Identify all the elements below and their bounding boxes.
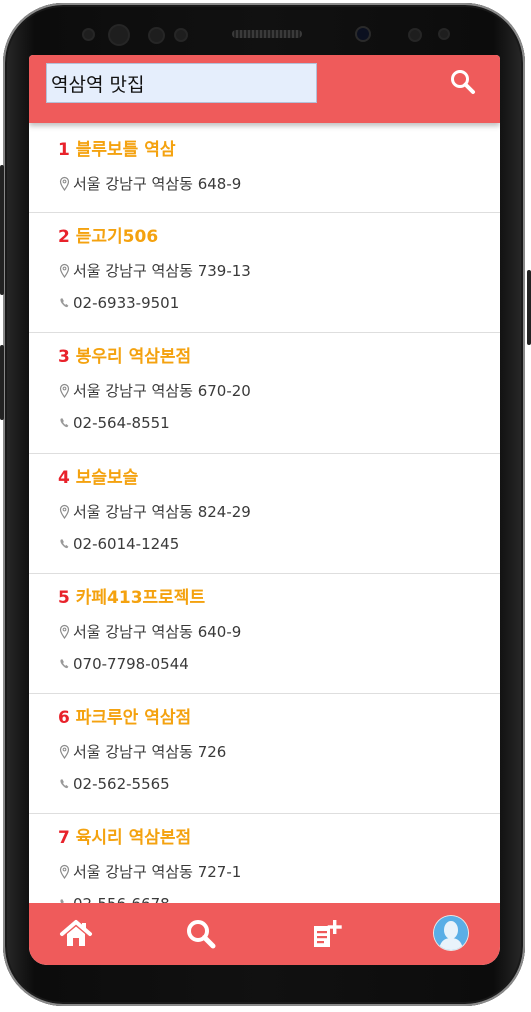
nav-post[interactable] bbox=[309, 917, 343, 951]
side-button bbox=[0, 345, 4, 420]
search-header bbox=[29, 55, 500, 123]
side-button bbox=[0, 165, 4, 295]
item-title: 6 파크루안 역삼점 bbox=[58, 708, 192, 728]
list-item[interactable]: 5 카페413프로젝트 서울 강남구 역삼동 640-9 070-7798-05… bbox=[29, 574, 500, 694]
location-pin-icon bbox=[59, 864, 70, 880]
item-phone[interactable]: 02-6014-1245 bbox=[58, 528, 500, 560]
list-item[interactable]: 3 봉우리 역삼본점 서울 강남구 역삼동 670-20 02-564-8551 bbox=[29, 333, 500, 454]
sensor-dot bbox=[110, 26, 128, 44]
item-address: 서울 강남구 역삼동 739-13 bbox=[58, 255, 500, 287]
phone-icon bbox=[60, 418, 69, 428]
front-camera bbox=[357, 28, 369, 40]
search-input[interactable] bbox=[46, 63, 317, 103]
item-phone[interactable]: 02-564-8551 bbox=[58, 407, 500, 439]
item-address: 서울 강남구 역삼동 726 bbox=[58, 736, 500, 768]
list-item[interactable]: 4 보슬보슬 서울 강남구 역삼동 824-29 02-6014-1245 bbox=[29, 454, 500, 574]
search-icon bbox=[187, 920, 216, 949]
sensor-dot bbox=[84, 30, 93, 39]
user-silhouette-icon bbox=[434, 916, 468, 950]
search-button[interactable] bbox=[448, 67, 478, 97]
list-item[interactable]: 2 듣고기506 서울 강남구 역삼동 739-13 02-6933-9501 bbox=[29, 213, 500, 333]
profile-avatar[interactable] bbox=[434, 916, 468, 950]
item-address: 서울 강남구 역삼동 727-1 bbox=[58, 856, 500, 888]
sensor-dot bbox=[440, 30, 448, 38]
location-pin-icon bbox=[59, 744, 70, 760]
earpiece-speaker bbox=[232, 30, 302, 38]
sensor-dot bbox=[410, 30, 420, 40]
item-phone[interactable]: 070-7798-0544 bbox=[58, 648, 500, 680]
sensor-dot bbox=[176, 30, 186, 40]
list-item[interactable]: 1 블루보틀 역삼 서울 강남구 역삼동 648-9 bbox=[29, 123, 500, 213]
list-item[interactable]: 6 파크루안 역삼점 서울 강남구 역삼동 726 02-562-5565 bbox=[29, 694, 500, 814]
item-phone[interactable]: 02-556-6678 bbox=[58, 888, 500, 903]
item-address: 서울 강남구 역삼동 648-9 bbox=[58, 168, 500, 200]
side-button bbox=[527, 270, 531, 345]
phone-icon bbox=[60, 659, 69, 669]
nav-search[interactable] bbox=[184, 917, 218, 951]
phone-icon bbox=[60, 539, 69, 549]
phone-icon bbox=[60, 899, 64, 903]
search-icon bbox=[451, 70, 475, 94]
bottom-nav bbox=[29, 903, 500, 965]
item-title: 3 봉우리 역삼본점 bbox=[58, 347, 192, 367]
item-address: 서울 강남구 역삼동 824-29 bbox=[58, 496, 500, 528]
home-icon bbox=[60, 920, 92, 946]
phone-icon bbox=[60, 298, 69, 308]
item-title: 2 듣고기506 bbox=[58, 227, 159, 247]
location-pin-icon bbox=[59, 504, 70, 520]
item-phone[interactable]: 02-6933-9501 bbox=[58, 287, 500, 319]
location-pin-icon bbox=[59, 624, 70, 640]
item-address: 서울 강남구 역삼동 670-20 bbox=[58, 375, 500, 407]
location-pin-icon bbox=[59, 263, 70, 279]
sensor-dot bbox=[150, 29, 163, 42]
nav-home[interactable] bbox=[59, 917, 93, 951]
phone-icon bbox=[60, 779, 69, 789]
location-pin-icon bbox=[59, 176, 70, 192]
item-address: 서울 강남구 역삼동 640-9 bbox=[58, 616, 500, 648]
item-title: 7 육시리 역삼본점 bbox=[58, 828, 192, 848]
item-title: 1 블루보틀 역삼 bbox=[58, 140, 176, 160]
post-add-icon bbox=[314, 920, 342, 947]
list-item[interactable]: 7 육시리 역삼본점 서울 강남구 역삼동 727-1 02-556-6678 bbox=[29, 814, 500, 903]
item-phone[interactable]: 02-562-5565 bbox=[58, 768, 500, 800]
item-title: 4 보슬보슬 bbox=[58, 468, 139, 488]
location-pin-icon bbox=[59, 383, 70, 399]
app-screen: 1 블루보틀 역삼 서울 강남구 역삼동 648-9 2 듣고기506 서울 강… bbox=[29, 55, 500, 965]
results-list: 1 블루보틀 역삼 서울 강남구 역삼동 648-9 2 듣고기506 서울 강… bbox=[29, 123, 500, 903]
item-title: 5 카페413프로젝트 bbox=[58, 588, 206, 608]
